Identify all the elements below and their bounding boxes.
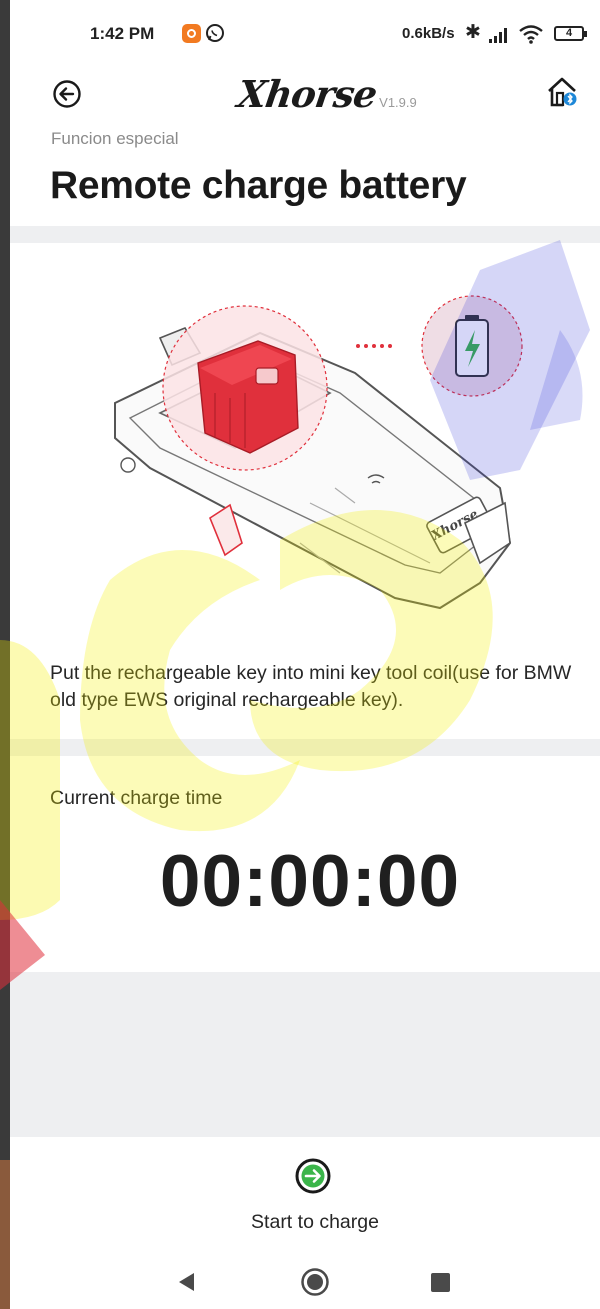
charge-timer: 00:00:00 (159, 841, 461, 922)
device-edge (0, 0, 10, 1309)
brand-name: Xhorse (234, 72, 380, 116)
whatsapp-icon (206, 24, 224, 42)
system-nav-bar (10, 1247, 600, 1309)
section-subtitle: Funcion especial (51, 129, 179, 148)
app-version: V1.9.9 (379, 95, 417, 110)
bottom-action-bar: Start to charge (10, 1137, 600, 1247)
signal-icon (489, 28, 507, 43)
connection-dots (356, 344, 392, 348)
charge-time-label: Current charge time (50, 787, 223, 809)
battery-icon: 4 (554, 26, 587, 41)
arrow-right-circle-icon (295, 1158, 331, 1194)
status-bar: 1:42 PM 0.6kB/s ✱ 4 (10, 0, 600, 64)
nav-home-icon[interactable] (300, 1267, 330, 1297)
bluetooth-icon: ✱ (465, 22, 481, 43)
app-header: Xhorse V1.9.9 Funcion especial Remote ch… (10, 64, 600, 224)
back-arrow-icon[interactable] (52, 79, 82, 109)
section-divider (10, 739, 600, 756)
brand-logo: Xhorse V1.9.9 (234, 72, 417, 116)
app-screen: 1:42 PM 0.6kB/s ✱ 4 Xhorse V1.9.9 Funcio… (0, 0, 600, 1309)
home-bluetooth-icon[interactable] (546, 76, 578, 108)
empty-panel (10, 972, 600, 1137)
wifi-icon (519, 25, 543, 44)
instruction-text: Put the rechargeable key into mini key t… (50, 662, 572, 711)
nav-recent-icon[interactable] (431, 1273, 450, 1292)
start-charge-label: Start to charge (210, 1211, 420, 1238)
start-charge-button[interactable]: Start to charge (210, 1155, 420, 1235)
key-tool-illustration: Xhorse (114, 295, 523, 610)
page-title: Remote charge battery (50, 164, 467, 207)
status-time: 1:42 PM (90, 24, 155, 43)
nav-back-icon[interactable] (176, 1271, 196, 1293)
device-edge-background (0, 1160, 10, 1309)
app-notification-icon (182, 24, 201, 43)
start-charge-text: Start to charge (251, 1211, 379, 1233)
section-divider (10, 226, 600, 243)
status-net-speed: 0.6kB/s (402, 25, 455, 42)
